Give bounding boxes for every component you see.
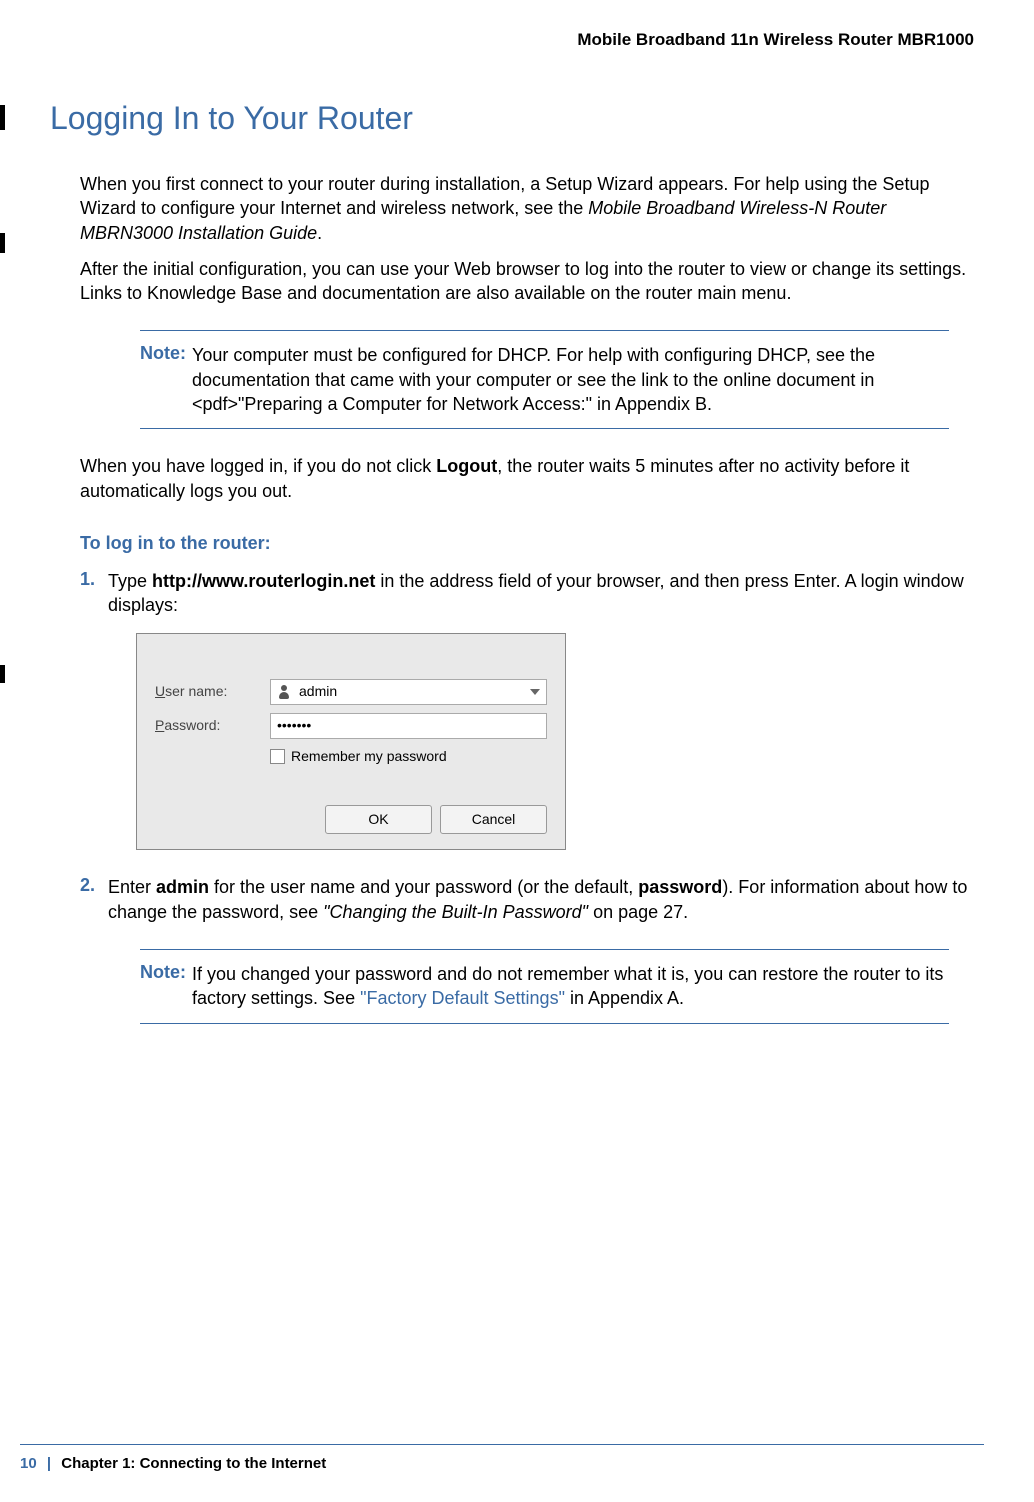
step-number: 1. bbox=[80, 569, 108, 865]
step-2: 2. Enter admin for the user name and you… bbox=[80, 875, 974, 924]
revision-mark bbox=[0, 105, 5, 130]
password-term: password bbox=[638, 877, 722, 897]
intro-paragraph-1: When you first connect to your router du… bbox=[80, 172, 974, 245]
note-text: If you changed your password and do not … bbox=[192, 962, 949, 1011]
separator: | bbox=[47, 1455, 51, 1472]
admin-term: admin bbox=[156, 877, 209, 897]
step-1: 1. Type http://www.routerlogin.net in th… bbox=[80, 569, 974, 865]
revision-mark bbox=[0, 233, 5, 253]
product-header: Mobile Broadband 11n Wireless Router MBR… bbox=[20, 30, 984, 50]
password-value: ••••••• bbox=[277, 716, 311, 735]
password-input[interactable]: ••••••• bbox=[270, 713, 547, 739]
login-dialog-screenshot: User name: admin Password: ••••••• bbox=[136, 633, 566, 851]
text: Enter bbox=[108, 877, 156, 897]
remember-checkbox[interactable] bbox=[270, 749, 285, 764]
logout-paragraph: When you have logged in, if you do not c… bbox=[80, 454, 974, 503]
username-value: admin bbox=[299, 682, 337, 701]
text: on page 27. bbox=[588, 902, 688, 922]
cancel-button[interactable]: Cancel bbox=[440, 805, 547, 834]
ok-button[interactable]: OK bbox=[325, 805, 432, 834]
text: . bbox=[317, 223, 322, 243]
intro-paragraph-2: After the initial configuration, you can… bbox=[80, 257, 974, 306]
revision-mark bbox=[0, 665, 5, 683]
page-number: 10 bbox=[20, 1455, 37, 1472]
page-footer: 10 | Chapter 1: Connecting to the Intern… bbox=[20, 1444, 984, 1472]
factory-default-link[interactable]: "Factory Default Settings" bbox=[360, 988, 565, 1008]
password-label: Password: bbox=[155, 716, 270, 735]
note-label: Note: bbox=[140, 343, 186, 416]
procedure-heading: To log in to the router: bbox=[80, 533, 974, 554]
text: When you have logged in, if you do not c… bbox=[80, 456, 436, 476]
note-box-password: Note: If you changed your password and d… bbox=[140, 949, 949, 1024]
note-box-dhcp: Note: Your computer must be configured f… bbox=[140, 330, 949, 429]
username-label: User name: bbox=[155, 682, 270, 701]
router-url: http://www.routerlogin.net bbox=[152, 571, 375, 591]
note-text: Your computer must be configured for DHC… bbox=[192, 343, 949, 416]
chapter-title: Chapter 1: Connecting to the Internet bbox=[61, 1455, 326, 1472]
note-label: Note: bbox=[140, 962, 186, 1011]
section-title: Logging In to Your Router bbox=[50, 100, 984, 137]
text: Type bbox=[108, 571, 152, 591]
section-reference: "Changing the Built-In Password" bbox=[323, 902, 588, 922]
username-input[interactable]: admin bbox=[270, 679, 547, 705]
remember-password-row[interactable]: Remember my password bbox=[270, 747, 547, 766]
step-number: 2. bbox=[80, 875, 108, 924]
text: for the user name and your password (or … bbox=[209, 877, 638, 897]
remember-label: Remember my password bbox=[291, 747, 447, 766]
person-icon bbox=[277, 684, 293, 700]
logout-term: Logout bbox=[436, 456, 497, 476]
